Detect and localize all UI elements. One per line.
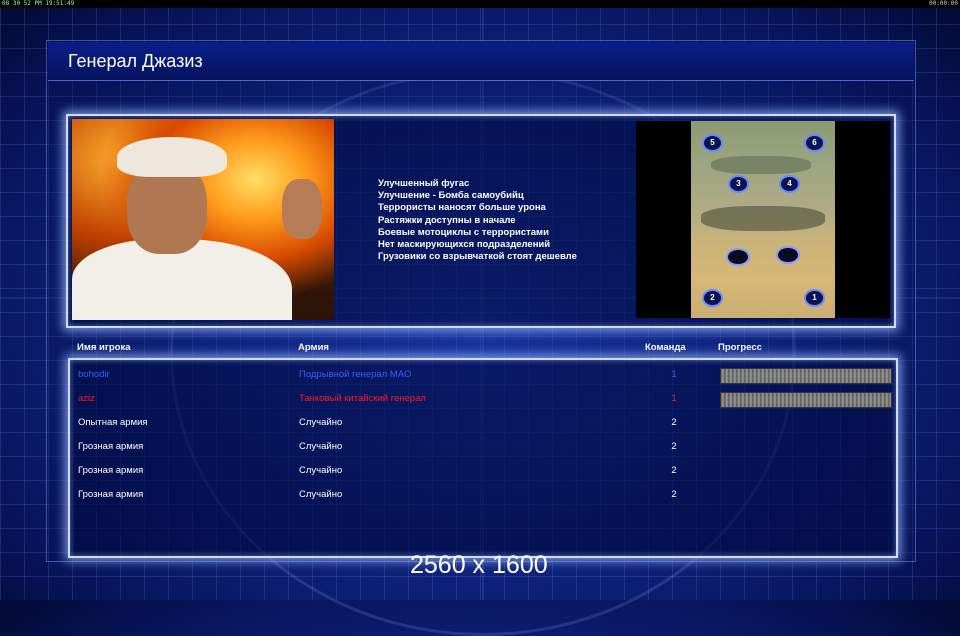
- general-bonus-list: Улучшенный фугас Улучшение - Бомба самоу…: [378, 178, 577, 263]
- start-position-3: 3: [728, 175, 749, 193]
- player-army: Случайно: [299, 417, 343, 428]
- player-army: Подрывной генерал МАО: [299, 369, 412, 380]
- player-name: bohodir: [78, 369, 110, 380]
- table-row: Грозная армия Случайно 2: [70, 459, 896, 483]
- players-table: bohodir Подрывной генерал МАО 1 aziz Тан…: [68, 358, 898, 558]
- start-position-4: 4: [779, 175, 800, 193]
- player-name: Опытная армия: [78, 417, 148, 428]
- bonus-item: Нет маскирующихся подразделений: [378, 239, 551, 251]
- header-progress: Прогресс: [718, 342, 762, 353]
- system-topbar: 08 30 52 PM 19:51:49 00:00:00: [0, 0, 960, 8]
- portrait-hand: [282, 179, 322, 239]
- player-team: 1: [671, 369, 677, 380]
- bonus-item: Террористы наносят больше урона: [378, 202, 546, 214]
- player-team: 2: [671, 441, 677, 452]
- player-name: Грозная армия: [78, 489, 144, 500]
- player-name: Грозная армия: [78, 465, 144, 476]
- player-team: 2: [671, 489, 677, 500]
- table-row: Грозная армия Случайно 2: [70, 435, 896, 459]
- loading-progress-bar: [720, 392, 892, 408]
- general-portrait: [72, 119, 334, 320]
- player-team: 2: [671, 465, 677, 476]
- resolution-watermark: 2560 x 1600: [410, 551, 548, 579]
- table-row: bohodir Подрывной генерал МАО 1: [70, 363, 896, 387]
- player-team: 1: [671, 393, 677, 404]
- bonus-item: Улучшение - Бомба самоубийц: [378, 190, 524, 202]
- table-row: aziz Танковый китайский генерал 1: [70, 387, 896, 411]
- terrain-ridge: [711, 156, 811, 174]
- start-position-2: 2: [702, 289, 723, 307]
- start-position-1: 1: [804, 289, 825, 307]
- topbar-clock: 00:00:00: [929, 0, 958, 7]
- header-team: Команда: [645, 342, 686, 353]
- player-army: Танковый китайский генерал: [299, 393, 426, 404]
- start-position-6: 6: [804, 134, 825, 152]
- player-name: aziz: [78, 393, 95, 404]
- bonus-item: Боевые мотоциклы с террористами: [378, 226, 549, 238]
- player-name: Грозная армия: [78, 441, 144, 452]
- player-army: Случайно: [299, 465, 343, 476]
- table-row: Грозная армия Случайно 2: [70, 483, 896, 507]
- occupied-base-marker: [726, 248, 750, 266]
- portrait-headwrap: [117, 137, 227, 177]
- table-row: Опытная армия Случайно 2: [70, 411, 896, 435]
- occupied-base-marker: [776, 246, 800, 264]
- bonus-item: Улучшенный фугас: [378, 178, 470, 189]
- bonus-item: Грузовики со взрывчаткой стоят дешевле: [378, 251, 577, 263]
- header-army: Армия: [298, 342, 329, 353]
- bonus-item: Растяжки доступны в начале: [378, 214, 516, 226]
- loading-progress-bar: [720, 368, 892, 384]
- header-player-name: Имя игрока: [77, 342, 131, 353]
- map-preview: 5 6 3 4 2 1: [636, 121, 890, 318]
- terrain-ridge: [701, 206, 825, 231]
- start-position-5: 5: [702, 134, 723, 152]
- player-army: Случайно: [299, 489, 343, 500]
- general-title: Генерал Джазиз: [68, 51, 203, 71]
- player-team: 2: [671, 417, 677, 428]
- player-army: Случайно: [299, 441, 343, 452]
- topbar-left-text: 08 30 52 PM 19:51:49: [2, 0, 75, 7]
